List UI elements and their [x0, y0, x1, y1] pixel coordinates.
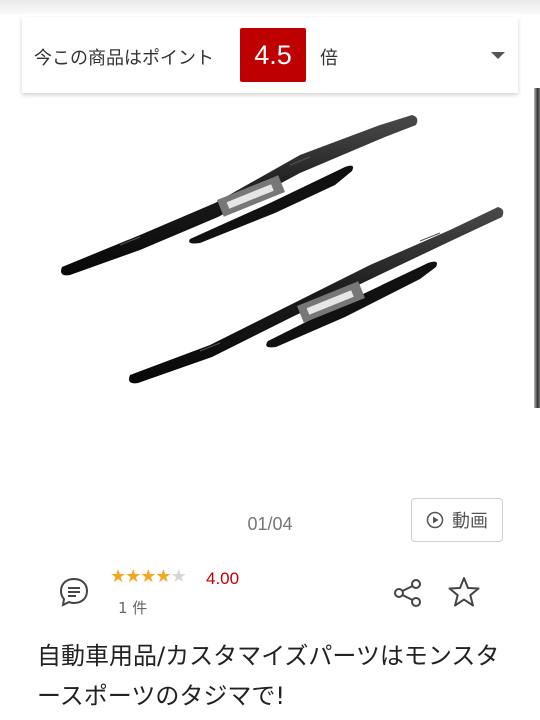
next-image-peek[interactable] — [534, 88, 540, 408]
review-count-link[interactable]: 1 件 — [118, 597, 147, 618]
play-icon — [426, 511, 444, 529]
star-icon: ★ — [125, 566, 141, 587]
star-icon: ★ — [155, 566, 171, 587]
share-icon[interactable] — [392, 577, 424, 609]
points-suffix: 倍 — [320, 48, 338, 69]
rating-value: 4.00 — [206, 569, 240, 588]
video-button-label: 動画 — [452, 511, 488, 532]
chevron-down-icon[interactable] — [491, 52, 505, 59]
review-bubble-icon[interactable] — [57, 575, 91, 609]
star-empty-icon: ★ — [170, 566, 187, 587]
points-multiplier-badge: 4.5 — [240, 28, 306, 82]
star-icon: ★ — [110, 566, 126, 587]
rating-stars: ★★★★★ — [110, 566, 187, 587]
points-banner[interactable]: 今この商品はポイント 4.5 倍 — [22, 17, 518, 93]
favorite-star-icon[interactable] — [447, 575, 481, 609]
top-shadow — [0, 0, 540, 14]
product-image[interactable] — [0, 95, 520, 495]
wiper-blades-image — [61, 115, 504, 384]
video-button[interactable]: 動画 — [411, 498, 503, 542]
product-title: 自動車用品/カスタマイズパーツはモンスタースポーツのタジマで! — [37, 642, 500, 710]
star-icon: ★ — [140, 566, 156, 587]
wiper-blade-1 — [61, 115, 418, 276]
points-label: 今この商品はポイント — [34, 48, 214, 69]
wiper-blade-2 — [129, 207, 504, 384]
